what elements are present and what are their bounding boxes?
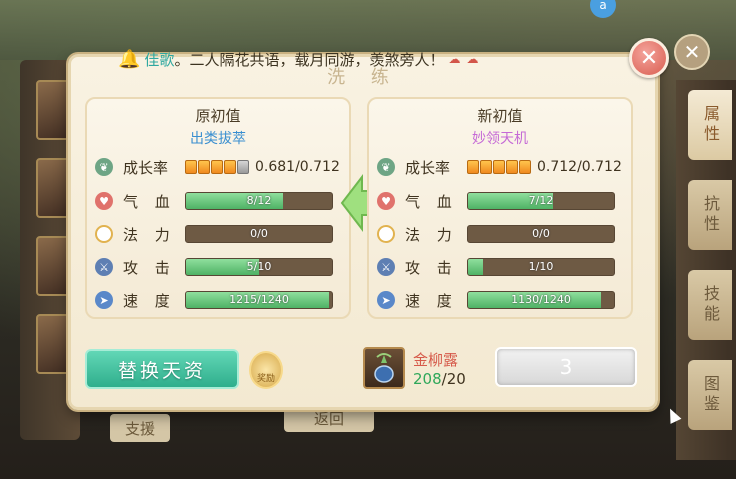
growth-label: 成长率	[123, 158, 169, 177]
growth-value: 0.681/0.712	[255, 159, 340, 175]
mana-icon	[377, 225, 395, 243]
stat-value: 0/0	[532, 227, 550, 240]
growth-row: ❦ 成长率 0.712/0.712	[377, 155, 623, 179]
stat-label: 气 血	[405, 192, 458, 211]
item-slot[interactable]	[363, 347, 405, 389]
speed-icon: ➤	[95, 291, 113, 309]
close-icon[interactable]: ✕	[629, 38, 669, 78]
announcement-message: 。二人隔花共语，载月同游，羡煞旁人！	[174, 50, 445, 69]
replace-talent-button[interactable]: 替换天资	[85, 349, 239, 389]
heart-icon: ♥	[377, 192, 395, 210]
announcement-bar: 🔔 佳歌 。二人隔花共语，载月同游，羡煞旁人！ ☁☁	[118, 46, 538, 72]
star-icon	[519, 160, 531, 174]
panel-heading: 新初值	[477, 107, 523, 125]
star-icon	[493, 160, 505, 174]
stat-value: 1130/1240	[511, 293, 571, 306]
stat-row-hp: ♥ 气 血 8/12	[95, 189, 341, 213]
reward-badge-icon[interactable]: 奖励	[249, 351, 283, 389]
quantity-input[interactable]: 3	[495, 347, 637, 387]
stat-row-speed: ➤ 速 度 1215/1240	[95, 288, 341, 312]
item-required: /20	[441, 370, 466, 388]
stat-label: 法 力	[405, 225, 458, 244]
leaf-icon: ❦	[95, 158, 113, 176]
growth-stars	[467, 160, 531, 174]
star-icon	[506, 160, 518, 174]
bell-icon: 🔔	[118, 48, 141, 70]
cloud-decoration-icon: ☁☁	[448, 52, 485, 66]
tab-resistance[interactable]: 抗性	[688, 180, 732, 250]
stat-value: 5/10	[246, 260, 272, 273]
background-close-icon[interactable]: ✕	[674, 34, 710, 70]
stat-row-attack: ⚔ 攻 击 5/10	[95, 255, 341, 279]
sword-icon: ⚔	[377, 258, 395, 276]
stat-value: 0/0	[250, 227, 268, 240]
original-values-panel: 原初值 出类拔萃 ❦ 成长率 0.681/0.712 ♥ 气 血 8/12 法 …	[85, 97, 351, 319]
growth-label: 成长率	[405, 158, 451, 177]
stat-row-attack: ⚔ 攻 击 1/10	[377, 255, 623, 279]
support-button[interactable]: 支援	[110, 414, 170, 442]
sword-icon: ⚔	[95, 258, 113, 276]
stat-row-speed: ➤ 速 度 1130/1240	[377, 288, 623, 312]
stat-label: 气 血	[123, 192, 176, 211]
growth-row: ❦ 成长率 0.681/0.712	[95, 155, 341, 179]
stat-bar: 8/12	[185, 192, 333, 210]
tab-catalog[interactable]: 图鉴	[688, 360, 732, 430]
stat-bar: 5/10	[185, 258, 333, 276]
star-icon	[224, 160, 236, 174]
item-name: 金柳露	[413, 351, 459, 369]
leaf-icon: ❦	[377, 158, 395, 176]
star-empty-icon	[237, 160, 249, 174]
panel-heading: 原初值	[195, 107, 241, 125]
stat-bar: 0/0	[467, 225, 615, 243]
stat-bar: 0/0	[185, 225, 333, 243]
panel-subtitle: 出类拔萃	[190, 131, 246, 147]
stat-bar: 7/12	[467, 192, 615, 210]
stat-label: 速 度	[123, 291, 176, 310]
star-icon	[185, 160, 197, 174]
tab-attributes[interactable]: 属性	[688, 90, 732, 160]
star-icon	[467, 160, 479, 174]
panel-subtitle: 妙领天机	[472, 131, 528, 147]
item-count: 208/20	[413, 370, 466, 388]
star-icon	[480, 160, 492, 174]
growth-stars	[185, 160, 249, 174]
stat-row-mp: 法 力 0/0	[377, 222, 623, 246]
stat-row-hp: ♥ 气 血 7/12	[377, 189, 623, 213]
stat-label: 攻 击	[123, 258, 176, 277]
stat-bar: 1215/1240	[185, 291, 333, 309]
stat-row-mp: 法 力 0/0	[95, 222, 341, 246]
stat-value: 1/10	[528, 260, 554, 273]
badge-label: 奖励	[256, 374, 275, 384]
stat-value: 8/12	[246, 194, 272, 207]
star-icon	[211, 160, 223, 174]
stat-bar: 1/10	[467, 258, 615, 276]
stat-value: 1215/1240	[229, 293, 289, 306]
stat-value: 7/12	[528, 194, 554, 207]
new-values-panel: 新初值 妙领天机 ❦ 成长率 0.712/0.712 ♥ 气 血 7/12 法 …	[367, 97, 633, 319]
stat-label: 法 力	[123, 225, 176, 244]
stat-label: 攻 击	[405, 258, 458, 277]
mana-icon	[95, 225, 113, 243]
growth-value: 0.712/0.712	[537, 159, 622, 175]
refine-dialog: 洗 练 原初值 出类拔萃 ❦ 成长率 0.681/0.712 ♥ 气 血 8/1…	[68, 54, 658, 410]
heart-icon: ♥	[95, 192, 113, 210]
item-owned: 208	[413, 370, 442, 388]
star-icon	[198, 160, 210, 174]
tab-skills[interactable]: 技能	[688, 270, 732, 340]
stat-label: 速 度	[405, 291, 458, 310]
stat-bar: 1130/1240	[467, 291, 615, 309]
potion-icon	[374, 353, 394, 383]
speed-icon: ➤	[377, 291, 395, 309]
announcement-name: 佳歌	[144, 50, 175, 69]
